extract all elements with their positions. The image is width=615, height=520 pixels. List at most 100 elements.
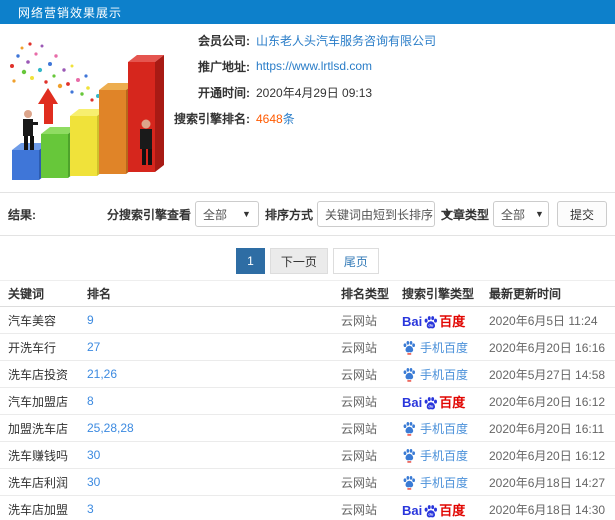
rank-count-number: 4648	[256, 111, 283, 126]
svg-text:du: du	[429, 511, 434, 516]
mobile-baidu-logo: 手机百度	[402, 474, 468, 491]
pagination: 1 下一页 尾页	[0, 248, 615, 274]
rank-type-cell: 云网站	[341, 421, 378, 436]
company-label: 会员公司:	[198, 33, 250, 48]
engine-cell: Bai du 百度	[402, 313, 489, 328]
sort-order-label: 排序方式	[264, 207, 313, 222]
submit-button[interactable]: 提交	[556, 201, 607, 227]
table-row: 洗车店利润 30 云网站 手机百度 2020年6月18日 14:27	[0, 469, 615, 496]
keyword-cell: 洗车店投资	[8, 367, 69, 382]
article-type-select[interactable]: 全部 ▼	[492, 201, 549, 227]
company-info: 会员公司: 山东老人头汽车服务咨询有限公司 推广地址: https://www.…	[0, 32, 610, 136]
rank-count-label: 搜索引擎排名:	[174, 111, 250, 126]
updated-time-cell: 2020年6月20日 16:11	[489, 421, 605, 436]
engine-cell: 手机百度	[402, 366, 489, 383]
keyword-cell: 汽车加盟店	[8, 394, 69, 409]
mobile-baidu-logo: 手机百度	[402, 420, 468, 437]
page-button-current[interactable]: 1	[236, 248, 265, 274]
promo-url-link[interactable]: https://www.lrtlsd.com	[256, 59, 372, 73]
baidu-logo-cn-text: 百度	[439, 394, 466, 410]
col-header-rank: 排名	[87, 287, 112, 301]
table-row: 洗车店加盟 3 云网站 Bai du 百度 2020年6月18日 14:30	[0, 496, 615, 520]
keyword-cell: 洗车店利润	[8, 475, 69, 490]
updated-time-cell: 2020年6月20日 16:12	[489, 394, 606, 409]
mobile-baidu-logo: 手机百度	[402, 339, 468, 356]
open-time-label: 开通时间:	[198, 85, 250, 100]
engine-filter-value: 全部	[202, 207, 227, 222]
baidu-paw-icon: du	[424, 504, 438, 517]
sort-order-select[interactable]: 关键词由短到长排序 ▼	[316, 201, 452, 227]
table-row: 洗车赚钱吗 30 云网站 手机百度 2020年6月20日 16:12	[0, 442, 615, 469]
promo-url-label: 推广地址:	[198, 59, 250, 74]
filter-bar: 结果: 分搜索引擎查看 全部 ▼ 排序方式 关键词由短到长排序 ▼ 文章类型 全…	[0, 192, 615, 236]
rank-type-cell: 云网站	[341, 313, 378, 328]
baidu-logo-bai-text: Bai	[402, 313, 423, 329]
page-title: 网络营销效果展示	[18, 5, 123, 20]
engine-filter-select[interactable]: 全部 ▼	[194, 201, 259, 227]
info-row-rank-count: 搜索引擎排名: 4648条	[0, 110, 610, 126]
rank-link[interactable]: 8	[87, 394, 341, 408]
info-row-open-time: 开通时间: 2020年4月29日 09:13	[0, 84, 610, 100]
rank-link[interactable]: 30	[87, 448, 341, 462]
mobile-baidu-paw-icon	[403, 475, 415, 490]
updated-time-cell: 2020年6月20日 16:12	[489, 448, 606, 463]
mobile-baidu-logo: 手机百度	[402, 447, 468, 464]
next-page-button[interactable]: 下一页	[269, 248, 328, 274]
mobile-baidu-label: 手机百度	[420, 367, 469, 382]
mobile-baidu-label: 手机百度	[420, 448, 469, 463]
engine-cell: 手机百度	[402, 339, 489, 356]
baidu-logo: Bai du 百度	[402, 394, 465, 409]
rank-link[interactable]: 30	[87, 475, 341, 489]
company-name-link[interactable]: 山东老人头汽车服务咨询有限公司	[256, 32, 436, 49]
svg-text:du: du	[429, 403, 434, 408]
info-row-url: 推广地址: https://www.lrtlsd.com	[0, 58, 610, 74]
header-bar: 网络营销效果展示	[0, 0, 615, 24]
table-row: 汽车加盟店 8 云网站 Bai du 百度 2020年6月20日 16:12	[0, 388, 615, 415]
rank-link[interactable]: 9	[87, 313, 341, 327]
baidu-logo-bai-text: Bai	[402, 502, 423, 518]
updated-time-cell: 2020年6月18日 14:30	[489, 502, 606, 517]
last-page-button[interactable]: 尾页	[332, 248, 379, 274]
result-label: 结果:	[8, 207, 36, 222]
chevron-down-icon: ▼	[535, 209, 544, 219]
rank-type-cell: 云网站	[341, 367, 378, 382]
mobile-baidu-paw-icon	[403, 367, 415, 382]
col-header-keyword: 关键词	[8, 287, 45, 301]
table-row: 汽车美容 9 云网站 Bai du 百度 2020年6月5日 11:24	[0, 307, 615, 334]
table-body: 汽车美容 9 云网站 Bai du 百度 2020年6月5日 11:24 开洗车…	[0, 307, 615, 520]
mobile-baidu-logo: 手机百度	[402, 366, 468, 383]
rank-type-cell: 云网站	[341, 448, 378, 463]
page: 网络营销效果展示 会员公司: 山东老人头汽车服务咨询有限公司 推广地址: htt…	[0, 0, 615, 520]
mobile-baidu-label: 手机百度	[420, 475, 469, 490]
rank-type-cell: 云网站	[341, 340, 378, 355]
rank-link[interactable]: 3	[87, 502, 341, 516]
baidu-logo-cn-text: 百度	[439, 313, 466, 329]
info-row-company: 会员公司: 山东老人头汽车服务咨询有限公司	[0, 32, 610, 48]
keyword-cell: 洗车赚钱吗	[8, 448, 69, 463]
baidu-logo: Bai du 百度	[402, 313, 465, 328]
mobile-baidu-paw-icon	[403, 340, 415, 355]
chevron-down-icon: ▼	[242, 209, 251, 219]
updated-time-cell: 2020年5月27日 14:58	[489, 367, 606, 382]
engine-cell: 手机百度	[402, 420, 489, 437]
article-type-value: 全部	[500, 207, 525, 222]
baidu-logo-bai-text: Bai	[402, 394, 423, 410]
updated-time-cell: 2020年6月5日 11:24	[489, 313, 598, 328]
engine-cell: 手机百度	[402, 474, 489, 491]
table-header-row: 关键词 排名 排名类型 搜索引擎类型 最新更新时间	[0, 281, 615, 307]
baidu-paw-icon: du	[424, 396, 438, 409]
col-header-updated: 最新更新时间	[489, 287, 562, 301]
keyword-cell: 加盟洗车店	[8, 421, 69, 436]
rank-link[interactable]: 21,26	[87, 367, 341, 381]
rank-type-cell: 云网站	[341, 502, 378, 517]
article-type-label: 文章类型	[440, 207, 489, 222]
mobile-baidu-paw-icon	[403, 448, 415, 463]
table-row: 加盟洗车店 25,28,28 云网站 手机百度 2020年6月20日 16:11	[0, 415, 615, 442]
baidu-logo: Bai du 百度	[402, 502, 465, 517]
rank-link[interactable]: 25,28,28	[87, 421, 341, 435]
rank-link[interactable]: 27	[87, 340, 341, 354]
engine-cell: Bai du 百度	[402, 502, 489, 517]
engine-filter-label: 分搜索引擎查看	[106, 207, 191, 222]
rank-count-value: 4648条	[256, 110, 295, 127]
table-row: 洗车店投资 21,26 云网站 手机百度 2020年5月27日 14:58	[0, 361, 615, 388]
